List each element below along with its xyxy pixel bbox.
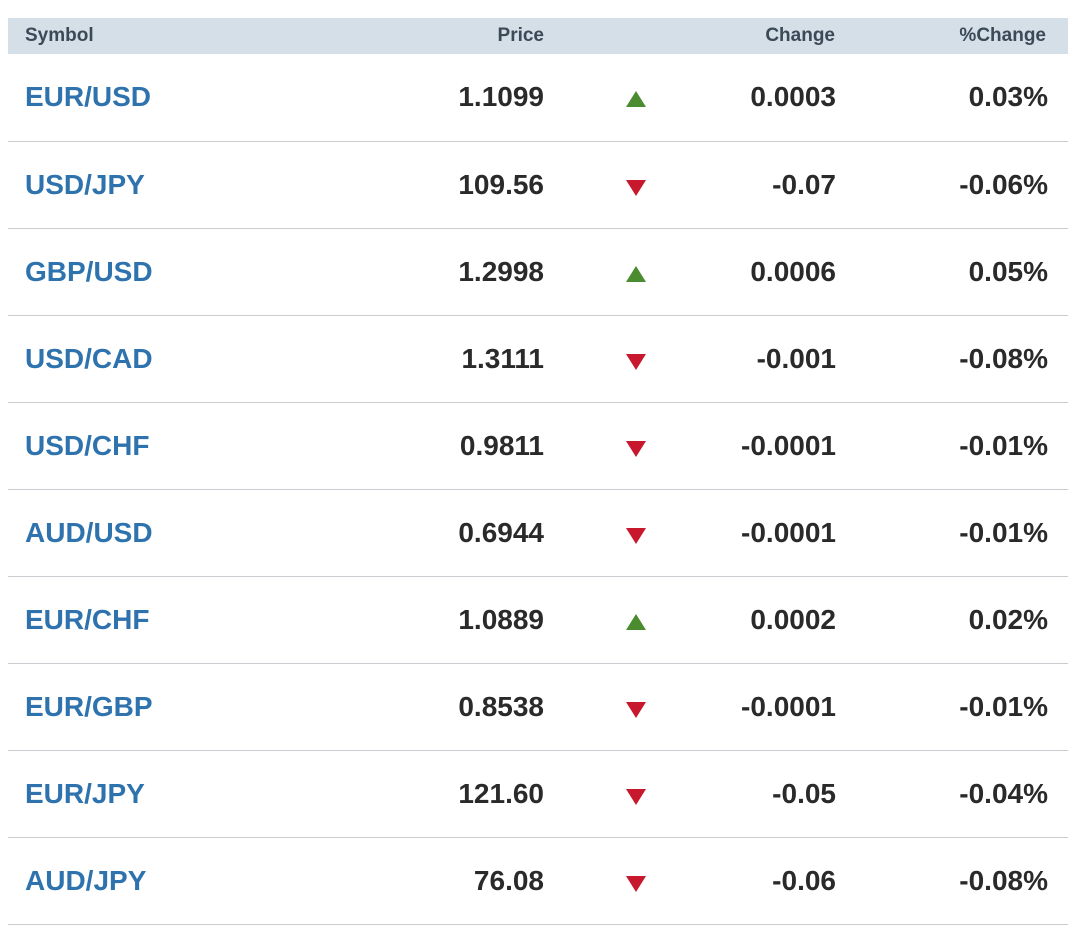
- price-cell: 1.3111: [461, 342, 544, 374]
- symbol-link[interactable]: GBP/USD: [25, 256, 153, 287]
- symbol-link[interactable]: USD/CAD: [25, 343, 153, 374]
- symbol-cell: USD/CHF: [8, 402, 268, 489]
- change-group-cell: -0.0001 -0.01%: [568, 402, 1068, 489]
- symbol-cell: USD/CAD: [8, 315, 268, 402]
- change-value: 0.0003: [750, 81, 836, 113]
- pct-change-value: -0.08%: [959, 342, 1048, 374]
- symbol-cell: USD/JPY: [8, 141, 268, 228]
- symbol-link[interactable]: AUD/JPY: [25, 865, 146, 896]
- change-group-cell: -0.06 -0.08%: [568, 837, 1068, 924]
- table-row[interactable]: USD/CAD 1.3111 -0.001 -0.08%: [8, 315, 1068, 402]
- symbol-cell: AUD/JPY: [8, 837, 268, 924]
- change-value: -0.0001: [741, 429, 836, 461]
- forex-quotes-table-container: Symbol Price Change %Change EUR/USD 1.10…: [8, 18, 1068, 925]
- change-value: -0.06: [772, 864, 836, 896]
- triangle-up-icon: [626, 265, 646, 282]
- symbol-link[interactable]: EUR/CHF: [25, 604, 149, 635]
- change-value: -0.05: [772, 777, 836, 809]
- symbol-cell: EUR/CHF: [8, 576, 268, 663]
- change-value: 0.0002: [750, 603, 836, 635]
- symbol-link[interactable]: USD/JPY: [25, 169, 145, 200]
- pct-change-value: 0.02%: [968, 603, 1048, 635]
- header-change-label[interactable]: Change: [765, 18, 835, 54]
- change-value: -0.0001: [741, 690, 836, 722]
- symbol-cell: EUR/JPY: [8, 750, 268, 837]
- price-cell: 121.60: [458, 777, 544, 809]
- table-row[interactable]: USD/CHF 0.9811 -0.0001 -0.01%: [8, 402, 1068, 489]
- price-cell: 0.8538: [458, 690, 544, 722]
- triangle-down-icon: [626, 788, 646, 805]
- table-row[interactable]: EUR/USD 1.1099 0.0003 0.03%: [8, 54, 1068, 141]
- change-group-cell: -0.001 -0.08%: [568, 315, 1068, 402]
- table-row[interactable]: AUD/USD 0.6944 -0.0001 -0.01%: [8, 489, 1068, 576]
- pct-change-value: 0.03%: [968, 81, 1048, 113]
- symbol-link[interactable]: USD/CHF: [25, 430, 149, 461]
- header-price[interactable]: Price: [268, 18, 568, 54]
- pct-change-value: -0.01%: [959, 516, 1048, 548]
- triangle-up-icon: [626, 613, 646, 630]
- symbol-cell: AUD/USD: [8, 489, 268, 576]
- change-group-cell: 0.0002 0.02%: [568, 576, 1068, 663]
- symbol-link[interactable]: EUR/USD: [25, 81, 151, 112]
- symbol-cell: EUR/GBP: [8, 663, 268, 750]
- triangle-down-icon: [626, 527, 646, 544]
- change-group-cell: -0.0001 -0.01%: [568, 489, 1068, 576]
- table-body: EUR/USD 1.1099 0.0003 0.03% USD/JPY 109.…: [8, 54, 1068, 924]
- triangle-down-icon: [626, 440, 646, 457]
- symbol-link[interactable]: AUD/USD: [25, 517, 153, 548]
- price-cell: 0.6944: [458, 516, 544, 548]
- forex-quotes-table: Symbol Price Change %Change EUR/USD 1.10…: [8, 18, 1068, 925]
- change-value: 0.0006: [750, 255, 836, 287]
- pct-change-value: -0.06%: [959, 168, 1048, 200]
- symbol-link[interactable]: EUR/JPY: [25, 778, 145, 809]
- symbol-cell: GBP/USD: [8, 228, 268, 315]
- header-row: Symbol Price Change %Change: [8, 18, 1068, 54]
- pct-change-value: -0.08%: [959, 864, 1048, 896]
- price-cell: 1.1099: [458, 81, 544, 113]
- change-group-cell: -0.0001 -0.01%: [568, 663, 1068, 750]
- table-row[interactable]: EUR/GBP 0.8538 -0.0001 -0.01%: [8, 663, 1068, 750]
- change-group-cell: -0.05 -0.04%: [568, 750, 1068, 837]
- change-value: -0.07: [772, 168, 836, 200]
- price-cell: 0.9811: [459, 429, 544, 461]
- table-row[interactable]: EUR/CHF 1.0889 0.0002 0.02%: [8, 576, 1068, 663]
- price-cell: 109.56: [458, 168, 544, 200]
- change-value: -0.001: [756, 342, 836, 374]
- triangle-down-icon: [626, 353, 646, 370]
- triangle-down-icon: [626, 875, 646, 892]
- triangle-up-icon: [626, 91, 646, 108]
- change-value: -0.0001: [741, 516, 836, 548]
- header-change: Change %Change: [568, 18, 1068, 54]
- change-group-cell: 0.0003 0.03%: [568, 54, 1068, 141]
- change-group-cell: -0.07 -0.06%: [568, 141, 1068, 228]
- pct-change-value: -0.01%: [959, 429, 1048, 461]
- price-cell: 1.2998: [458, 255, 544, 287]
- pct-change-value: -0.01%: [959, 690, 1048, 722]
- table-row[interactable]: USD/JPY 109.56 -0.07 -0.06%: [8, 141, 1068, 228]
- pct-change-value: 0.05%: [968, 255, 1048, 287]
- header-symbol[interactable]: Symbol: [8, 18, 268, 54]
- triangle-down-icon: [626, 701, 646, 718]
- change-group-cell: 0.0006 0.05%: [568, 228, 1068, 315]
- table-header: Symbol Price Change %Change: [8, 18, 1068, 54]
- symbol-link[interactable]: EUR/GBP: [25, 691, 153, 722]
- pct-change-value: -0.04%: [959, 777, 1048, 809]
- table-row[interactable]: EUR/JPY 121.60 -0.05 -0.04%: [8, 750, 1068, 837]
- price-cell: 1.0889: [458, 603, 544, 635]
- price-cell: 76.08: [473, 864, 544, 896]
- table-row[interactable]: AUD/JPY 76.08 -0.06 -0.08%: [8, 837, 1068, 924]
- triangle-down-icon: [626, 179, 646, 196]
- symbol-cell: EUR/USD: [8, 54, 268, 141]
- header-pct-change-label[interactable]: %Change: [959, 18, 1046, 54]
- table-row[interactable]: GBP/USD 1.2998 0.0006 0.05%: [8, 228, 1068, 315]
